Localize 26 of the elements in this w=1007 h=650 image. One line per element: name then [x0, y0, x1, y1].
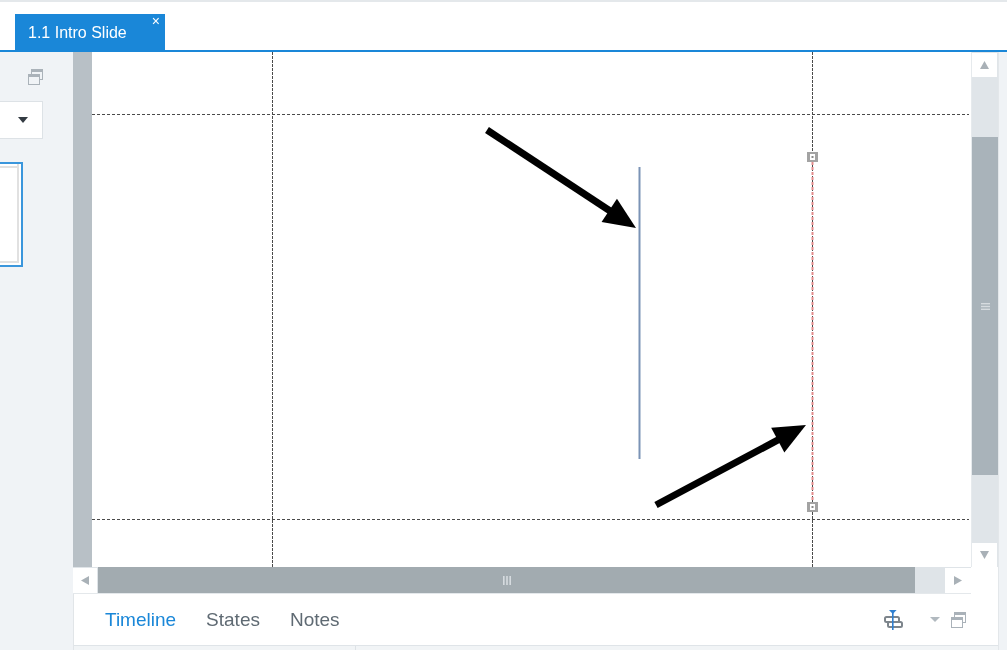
- panel-tab[interactable]: States: [206, 608, 260, 631]
- panel-tab[interactable]: Notes: [289, 608, 340, 631]
- caret-icon[interactable]: [930, 617, 940, 622]
- scroll-up-button[interactable]: [972, 53, 997, 77]
- restore-window-icon[interactable]: [28, 69, 43, 85]
- document-tab[interactable]: 1.1 Intro Slide ×: [15, 14, 165, 50]
- grip-icon: [502, 575, 511, 585]
- scrollbar-thumb[interactable]: [972, 137, 998, 475]
- caret-left-icon: [81, 576, 89, 585]
- scroll-right-button[interactable]: [945, 568, 971, 593]
- selected-line-shape[interactable]: [807, 151, 818, 513]
- caret-right-icon: [954, 576, 962, 585]
- scroll-down-button[interactable]: [972, 543, 997, 567]
- close-button[interactable]: ×: [151, 15, 160, 27]
- slide-thumbnail[interactable]: [0, 162, 23, 267]
- caret-icon: [18, 117, 28, 123]
- line-shape[interactable]: [638, 166, 641, 460]
- caret-down-icon: [980, 551, 989, 559]
- vertical-scrollbar[interactable]: [971, 52, 998, 567]
- dropdown-field[interactable]: [0, 101, 43, 139]
- caret-up-icon: [980, 61, 989, 69]
- scroll-left-button[interactable]: [73, 568, 97, 593]
- grip-icon: [980, 302, 990, 310]
- timeline-marker-icon[interactable]: [884, 609, 903, 630]
- restore-window-icon[interactable]: [951, 611, 966, 628]
- panel-tab[interactable]: Timeline: [105, 608, 177, 631]
